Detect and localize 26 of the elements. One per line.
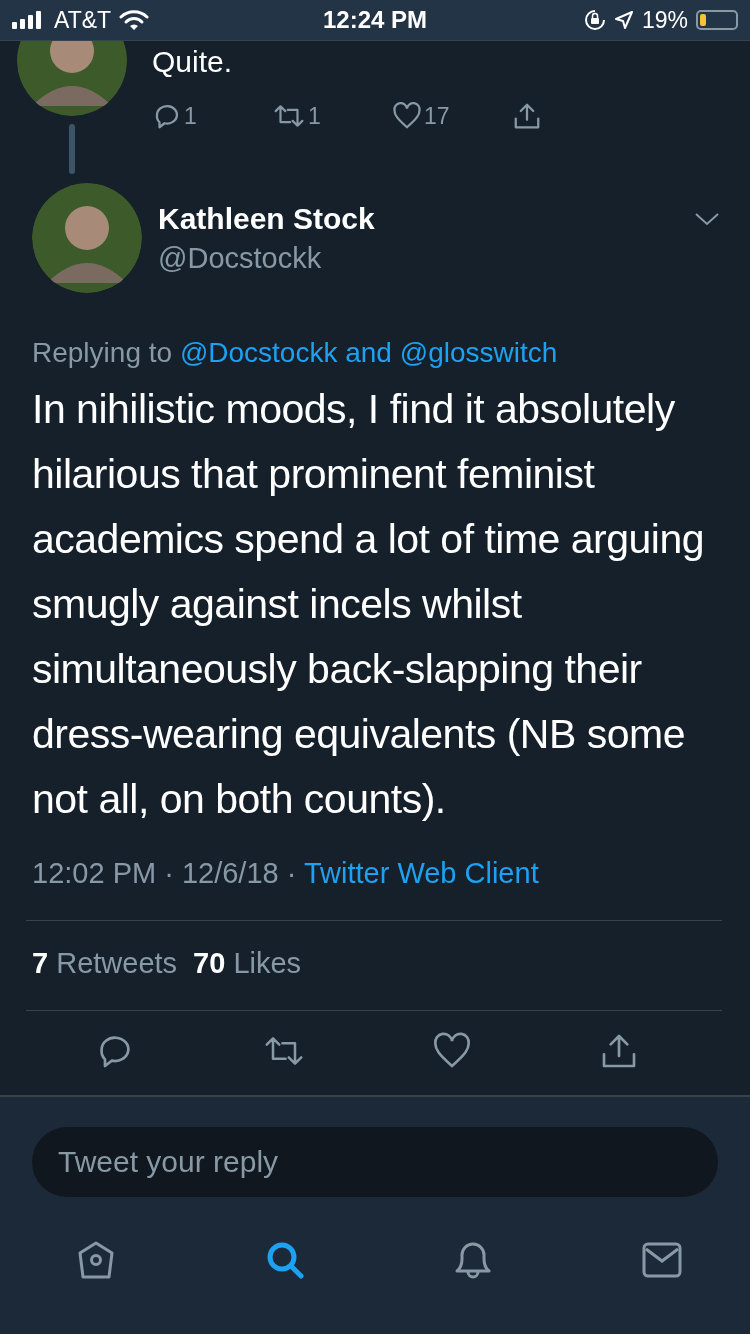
avatar[interactable] bbox=[32, 183, 142, 293]
replying-label: Replying to bbox=[32, 337, 173, 368]
heart-icon bbox=[392, 101, 422, 131]
wifi-icon bbox=[119, 9, 150, 31]
battery-icon bbox=[696, 10, 738, 30]
clock: 12:24 PM bbox=[322, 6, 428, 34]
avatar[interactable] bbox=[17, 41, 127, 116]
like-button[interactable]: 17 bbox=[392, 101, 512, 131]
timestamp: 12:02 PM · 12/6/18 · bbox=[32, 857, 297, 889]
tweet-text: Quite. bbox=[152, 45, 234, 79]
carrier: AT&T bbox=[54, 6, 112, 34]
reply-field[interactable]: Tweet your reply bbox=[32, 1127, 718, 1197]
chevron-down-icon[interactable] bbox=[694, 211, 720, 227]
stat-link[interactable]: 7 Retweets bbox=[32, 947, 178, 980]
replying-to-link[interactable]: @Docstockk and @glosswitch bbox=[179, 337, 558, 368]
reply-button[interactable]: 1 bbox=[152, 101, 272, 131]
share-icon bbox=[512, 101, 542, 131]
stat-link[interactable]: 70 Likes bbox=[193, 947, 302, 980]
tweet-text: In nihilistic moods, I find it absolutely hilarious that prominent feminist academics spend a lot of time arguing smugly against incels whilst simultaneously back-slapping their dress-wearing equivalents (NB some not all, on both counts). bbox=[32, 385, 706, 824]
author-handle[interactable]: @Docstockk bbox=[158, 241, 694, 275]
rotation-lock-icon bbox=[583, 9, 606, 31]
author-name[interactable]: Kathleen Stock bbox=[158, 201, 694, 236]
battery-percent: 19% bbox=[641, 6, 688, 34]
retweet-button[interactable]: 1 bbox=[272, 101, 392, 131]
location-icon bbox=[613, 10, 634, 30]
source-link[interactable]: Twitter Web Client bbox=[303, 857, 539, 889]
